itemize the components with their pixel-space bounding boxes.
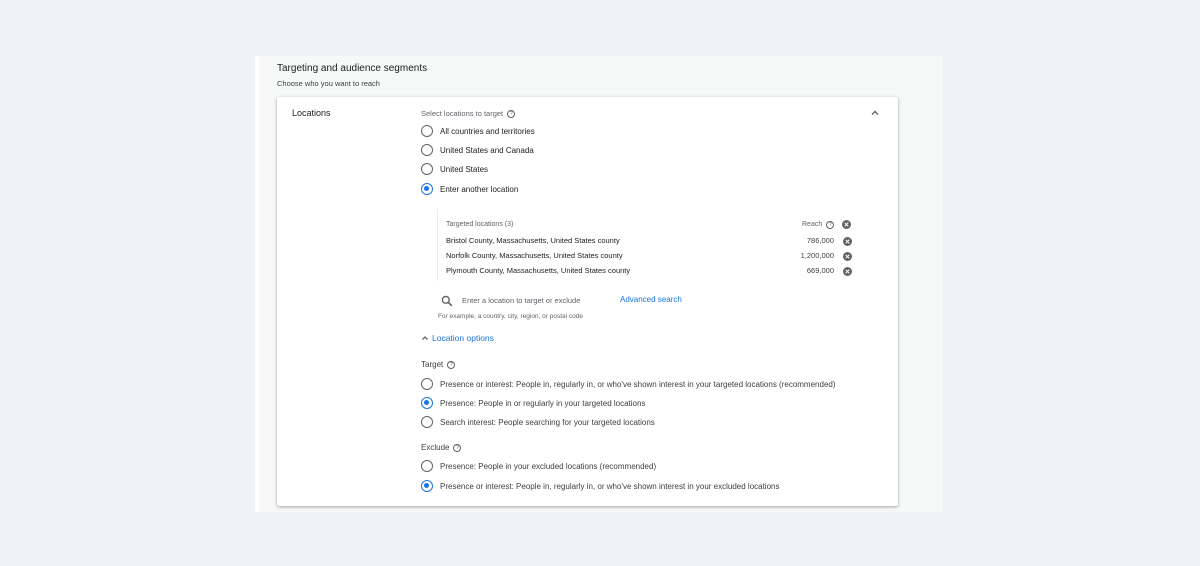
radio-label: Presence: People in or regularly in your… <box>440 398 646 408</box>
radio-label: Presence or interest: People in, regular… <box>440 481 780 491</box>
table-row: Norfolk County, Massachusetts, United St… <box>446 251 858 263</box>
radio-exclude-presence-or-interest[interactable]: Presence or interest: People in, regular… <box>421 479 779 493</box>
radio-label: United States <box>440 164 489 174</box>
reach-header: Reach? <box>802 220 852 229</box>
select-locations-text: Select locations to target <box>421 109 504 118</box>
exclude-label: Exclude? <box>421 443 462 452</box>
help-circle-icon[interactable]: ? <box>453 443 462 452</box>
radio-button[interactable] <box>421 378 433 390</box>
location-reach: 786,000 <box>806 236 834 245</box>
locations-card: Locations Select locations to target? Al… <box>277 97 898 506</box>
remove-circle-icon[interactable] <box>843 267 852 276</box>
radio-button-selected[interactable] <box>421 183 433 195</box>
radio-button[interactable] <box>421 416 433 428</box>
radio-button-selected[interactable] <box>421 480 433 492</box>
search-example-hint: For example, a country, city, region, or… <box>438 313 583 320</box>
radio-label: Presence: People in your excluded locati… <box>440 461 657 471</box>
radio-label: United States and Canada <box>440 145 534 155</box>
radio-button-selected[interactable] <box>421 397 433 409</box>
help-circle-icon[interactable]: ? <box>507 110 516 119</box>
location-reach: 669,000 <box>806 266 834 275</box>
table-row: Bristol County, Massachusetts, United St… <box>446 236 858 248</box>
reach-label: Reach <box>802 221 823 228</box>
location-name: Norfolk County, Massachusetts, United St… <box>446 251 623 260</box>
chevron-up-icon[interactable] <box>870 108 880 118</box>
radio-another-location[interactable]: Enter another location <box>421 182 518 196</box>
location-options-label: Location options <box>432 333 494 343</box>
search-input[interactable]: Enter a location to target or exclude <box>462 296 580 305</box>
radio-button[interactable] <box>421 125 433 137</box>
remove-all-icon[interactable] <box>842 220 852 229</box>
locations-label: Locations <box>292 108 331 118</box>
radio-label: Presence or interest: People in, regular… <box>440 379 836 389</box>
search-icon <box>441 295 453 307</box>
location-name: Bristol County, Massachusetts, United St… <box>446 236 620 245</box>
remove-circle-icon[interactable] <box>843 237 852 246</box>
radio-target-search-interest[interactable]: Search interest: People searching for yo… <box>421 415 655 429</box>
chevron-up-icon <box>422 336 428 340</box>
radio-label: All countries and territories <box>440 126 535 136</box>
radio-us-canada[interactable]: United States and Canada <box>421 143 534 157</box>
target-label: Target? <box>421 360 456 369</box>
radio-target-presence-or-interest[interactable]: Presence or interest: People in, regular… <box>421 377 836 391</box>
radio-button[interactable] <box>421 163 433 175</box>
targeted-locations-box: Targeted locations (3) Reach? Bristol Co… <box>437 209 861 281</box>
advanced-search-link[interactable]: Advanced search <box>620 295 682 304</box>
radio-all-countries[interactable]: All countries and territories <box>421 124 535 138</box>
targeted-locations-header: Targeted locations (3) <box>446 221 514 228</box>
radio-target-presence[interactable]: Presence: People in or regularly in your… <box>421 396 645 410</box>
section-subtitle: Choose who you want to reach <box>277 79 380 88</box>
select-locations-label: Select locations to target? <box>421 109 516 119</box>
radio-united-states[interactable]: United States <box>421 162 488 176</box>
target-label-text: Target <box>421 360 444 369</box>
panel-left-rule <box>255 56 259 512</box>
table-row: Plymouth County, Massachusetts, United S… <box>446 266 858 278</box>
help-circle-icon[interactable]: ? <box>826 220 835 229</box>
location-reach: 1,200,000 <box>800 251 834 260</box>
section-title: Targeting and audience segments <box>277 63 428 74</box>
radio-label: Search interest: People searching for yo… <box>440 417 655 427</box>
help-circle-icon[interactable]: ? <box>447 360 456 369</box>
radio-exclude-presence[interactable]: Presence: People in your excluded locati… <box>421 459 656 473</box>
radio-button[interactable] <box>421 144 433 156</box>
location-name: Plymouth County, Massachusetts, United S… <box>446 266 631 275</box>
radio-label: Enter another location <box>440 184 519 194</box>
radio-button[interactable] <box>421 460 433 472</box>
exclude-label-text: Exclude <box>421 443 450 452</box>
remove-circle-icon[interactable] <box>843 252 852 261</box>
location-options-toggle[interactable]: Location options <box>421 333 494 343</box>
